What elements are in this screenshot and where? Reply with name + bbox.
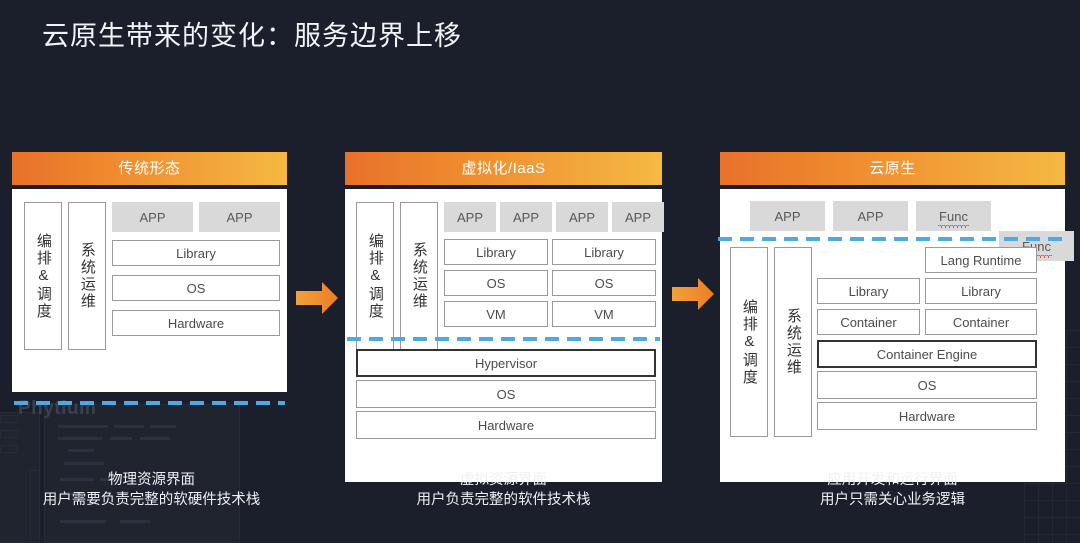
stack-box-library-left: Library [817,278,920,304]
column-header-virtualization: 虚拟化/IaaS [345,152,662,185]
guest-box-library-right: Library [552,239,656,265]
column-header-cloud-native: 云原生 [720,152,1065,185]
arrow-traditional-to-virtualization [296,282,338,314]
orchestration-label: 编排&调度 [34,232,52,320]
ops-box-traditional: 系统运维 [68,202,106,350]
app-box: APP [556,202,608,232]
caption-traditional: 物理资源界面 用户需要负责完整的软硬件技术栈 [14,470,289,510]
column-cloud-native: 云原生 APP APP Func Func 编排&调度 系统运维 Lang Ru… [718,152,1074,482]
func-label: Func [938,208,969,228]
caption-line-1: 物理资源界面 [108,472,195,488]
stack-box-os: OS [112,275,280,301]
guest-box-library-left: Library [444,239,548,265]
panel-traditional: 编排&调度 系统运维 APP APP Library OS Hardware [12,189,287,405]
caption-line-2: 用户只需关心业务逻辑 [820,492,965,508]
stack-box-container-right: Container [925,309,1037,335]
orchestration-box-cloud-native: 编排&调度 [730,247,768,437]
orchestration-box-traditional: 编排&调度 [24,202,62,350]
guest-box-os-right: OS [552,270,656,296]
ops-label: 系统运维 [78,242,96,310]
guest-box-os-left: OS [444,270,548,296]
caption-virtualization: 虚拟资源界面 用户负责完整的软件技术栈 [345,470,662,510]
guest-box-vm-right: VM [552,301,656,327]
boundary-dashed-line-traditional [14,401,285,405]
app-box: APP [444,202,496,232]
boundary-dashed-line-cloud-native [718,237,1065,241]
base-box-container-engine: Container Engine [817,340,1037,368]
stack-box-library-right: Library [925,278,1037,304]
app-box: APP [112,202,193,232]
column-virtualization: 虚拟化/IaaS 编排&调度 系统运维 APP APP APP APP Libr… [345,152,664,482]
boundary-dashed-line-virtualization [347,337,660,341]
app-box: APP [833,201,908,231]
runtime-box-lang-runtime: Lang Runtime [925,247,1037,273]
app-box: APP [750,201,825,231]
guest-box-vm-left: VM [444,301,548,327]
app-box: APP [500,202,552,232]
caption-cloud-native: 应用开发和运行界面 用户只需关心业务逻辑 [720,470,1065,510]
func-box: Func [916,201,991,231]
base-box-os: OS [817,371,1037,399]
orchestration-label: 编排&调度 [366,232,384,320]
panel-virtualization: 编排&调度 系统运维 APP APP APP APP Library OS VM… [345,189,664,482]
host-box-os: OS [356,380,656,408]
app-box: APP [199,202,280,232]
host-box-hardware: Hardware [356,411,656,439]
caption-line-2: 用户需要负责完整的软硬件技术栈 [42,492,261,508]
caption-line-1: 虚拟资源界面 [460,472,547,488]
orchestration-label: 编排&调度 [740,298,758,386]
page-title: 云原生带来的变化：服务边界上移 [42,21,462,51]
ops-label: 系统运维 [410,242,428,310]
base-box-hardware: Hardware [817,402,1037,430]
panel-cloud-native: APP APP Func Func 编排&调度 系统运维 Lang Runtim… [718,189,1074,482]
stack-box-library: Library [112,240,280,266]
stack-box-container-left: Container [817,309,920,335]
column-header-traditional: 传统形态 [12,152,287,185]
caption-line-2: 用户负责完整的软件技术栈 [416,492,591,508]
stack-box-hardware: Hardware [112,310,280,336]
column-traditional: 传统形态 编排&调度 系统运维 APP APP Library OS Hardw… [12,152,287,405]
ops-label: 系统运维 [784,308,802,376]
ops-box-virtualization: 系统运维 [400,202,438,350]
caption-line-1: 应用开发和运行界面 [827,472,958,488]
host-box-hypervisor: Hypervisor [356,349,656,377]
arrow-virtualization-to-cloudnative [672,278,714,310]
app-box: APP [612,202,664,232]
ops-box-cloud-native: 系统运维 [774,247,812,437]
orchestration-box-virtualization: 编排&调度 [356,202,394,350]
